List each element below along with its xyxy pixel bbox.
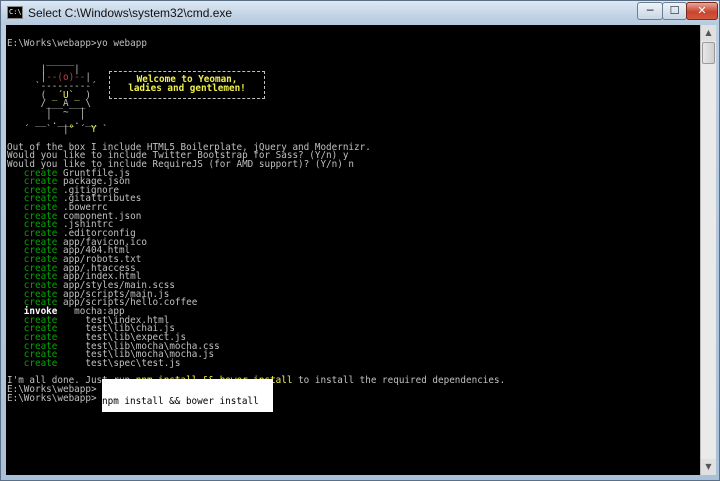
close-button[interactable]: ✕ [686, 2, 718, 20]
prompt-command: E:\Works\webapp>yo webapp [7, 37, 147, 49]
window-title: Select C:\Windows\system32\cmd.exe [28, 6, 233, 20]
created-file: test\spec\test.js [57, 357, 181, 369]
cmd-window: C:\ Select C:\Windows\system32\cmd.exe ─… [0, 0, 720, 481]
ascii-art: ´ [74, 124, 91, 136]
scroll-up-arrow-icon[interactable]: ▲ [701, 25, 716, 41]
console-output[interactable]: E:\Works\webapp>yo webapp _____ | | |--(… [6, 25, 700, 475]
ascii-art: ´ ` | [7, 124, 69, 136]
minimize-button[interactable]: ─ [637, 2, 663, 20]
typed-command: npm install && bower install [102, 396, 259, 407]
cmd-icon[interactable]: C:\ [7, 6, 23, 19]
ascii-art-line: ´ ` |° ´ Y ` [7, 124, 505, 136]
create-line: create test\spec\test.js [7, 357, 505, 369]
ascii-art-line: _____ [7, 56, 505, 66]
vertical-scrollbar[interactable]: ▲ ▼ [700, 25, 716, 475]
title-bar[interactable]: C:\ Select C:\Windows\system32\cmd.exe ─… [1, 1, 719, 25]
ascii-art: ` [96, 124, 108, 136]
prompt-line: E:\Works\webapp>yo webapp [7, 37, 505, 49]
prompt: E:\Works\webapp> [7, 392, 97, 404]
done-text: to install the required dependencies. [292, 375, 506, 387]
scroll-down-arrow-icon[interactable]: ▼ [701, 459, 716, 475]
blank-line [7, 48, 505, 57]
create-label: create [23, 357, 58, 369]
maximize-button[interactable]: ☐ [662, 2, 687, 20]
banner-line: ladies and gentlemen! [128, 83, 246, 94]
scroll-thumb[interactable] [702, 42, 715, 64]
yeoman-banner: Welcome to Yeoman, ladies and gentlemen! [109, 75, 265, 93]
